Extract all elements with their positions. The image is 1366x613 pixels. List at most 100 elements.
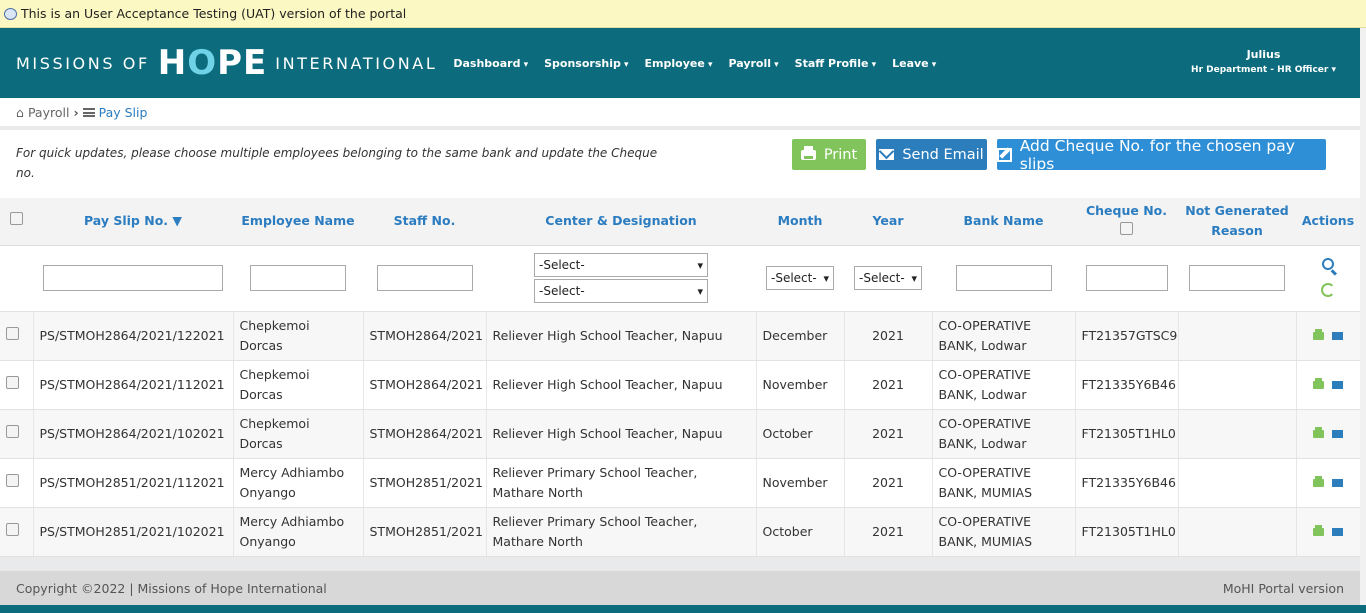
printer-icon[interactable]: [1313, 426, 1324, 438]
user-menu[interactable]: Julius Hr Department - HR Officer: [1191, 48, 1336, 75]
filter-center-select[interactable]: -Select-: [534, 253, 708, 277]
cell-month: October: [756, 507, 845, 557]
filter-designation-select[interactable]: -Select-: [534, 279, 708, 303]
row-checkbox[interactable]: [6, 522, 19, 536]
select-all-checkbox[interactable]: [10, 212, 23, 226]
envelope-icon[interactable]: [1332, 380, 1343, 389]
nav-sponsorship[interactable]: Sponsorship: [536, 57, 636, 70]
brand-part3: INTERNATIONAL: [275, 53, 438, 73]
table-row[interactable]: PS/STMOH2864/2021/122021 Chepkemoi Dorca…: [0, 311, 1361, 361]
cell-employee: Chepkemoi Dorcas: [233, 409, 364, 459]
filter-year-select[interactable]: -Select-: [854, 266, 922, 290]
filter-reason-input[interactable]: [1189, 265, 1285, 291]
col-center[interactable]: Center & Designation: [486, 198, 756, 246]
cell-year: 2021: [844, 458, 933, 508]
cell-staff: STMOH2864/2021: [363, 311, 487, 361]
nav-employee[interactable]: Employee: [637, 57, 721, 70]
cell-bank: CO-OPERATIVE BANK, Lodwar: [932, 409, 1076, 459]
cell-cheque[interactable]: FT21357GTSC9: [1075, 311, 1179, 361]
cell-reason: [1178, 507, 1297, 557]
printer-icon[interactable]: [1313, 524, 1324, 536]
cell-bank: CO-OPERATIVE BANK, MUMIAS: [932, 507, 1076, 557]
envelope-icon[interactable]: [1332, 429, 1343, 438]
cell-cheque[interactable]: FT21335Y6B46: [1075, 360, 1179, 410]
cell-employee: Chepkemoi Dorcas: [233, 360, 364, 410]
nav-staff-profile[interactable]: Staff Profile: [787, 57, 884, 70]
filter-staff-input[interactable]: [376, 265, 473, 291]
breadcrumb-current: Pay Slip: [98, 104, 148, 120]
scrollbar[interactable]: [1360, 28, 1366, 605]
cell-reason: [1178, 360, 1297, 410]
cell-payslip: PS/STMOH2864/2021/112021: [33, 360, 234, 410]
cell-bank: CO-OPERATIVE BANK, MUMIAS: [932, 458, 1076, 508]
col-month[interactable]: Month: [756, 198, 844, 246]
send-email-button[interactable]: Send Email: [876, 139, 987, 170]
nav-leave[interactable]: Leave: [884, 57, 944, 70]
col-payslip[interactable]: Pay Slip No. ▼: [33, 198, 233, 246]
print-label: Print: [823, 146, 858, 163]
cell-month: November: [756, 458, 845, 508]
add-cheque-button[interactable]: Add Cheque No. for the chosen pay slips: [997, 136, 1326, 173]
table-row[interactable]: PS/STMOH2864/2021/102021 Chepkemoi Dorca…: [0, 409, 1361, 459]
cell-employee: Chepkemoi Dorcas: [233, 311, 364, 361]
printer-icon[interactable]: [1313, 377, 1324, 389]
filter-payslip-input[interactable]: [43, 265, 223, 291]
brand-logo[interactable]: MISSIONS OF HOPE INTERNATIONAL: [0, 43, 437, 83]
uat-banner: This is an User Acceptance Testing (UAT)…: [0, 0, 1366, 28]
nav-dashboard[interactable]: Dashboard: [445, 57, 536, 70]
cell-cheque[interactable]: FT21305T1HL0: [1075, 507, 1179, 557]
cell-staff: STMOH2864/2021: [363, 360, 487, 410]
breadcrumb: ⌂ Payroll › Pay Slip: [0, 98, 1360, 130]
user-role: Hr Department - HR Officer: [1191, 65, 1336, 75]
col-not-generated[interactable]: Not Generated Reason: [1178, 198, 1296, 246]
col-employee[interactable]: Employee Name: [233, 198, 363, 246]
table-row[interactable]: PS/STMOH2851/2021/112021 Mercy Adhiambo …: [0, 458, 1361, 508]
cell-center: Reliever Primary School Teacher, Mathare…: [486, 507, 757, 557]
envelope-icon[interactable]: [1332, 478, 1343, 487]
col-cheque-label[interactable]: Cheque No.: [1075, 201, 1178, 221]
search-icon[interactable]: [1296, 255, 1360, 274]
filter-bank-input[interactable]: [955, 265, 1052, 291]
col-year[interactable]: Year: [844, 198, 932, 246]
footer-copyright: Copyright ©2022 | Missions of Hope Inter…: [16, 580, 327, 596]
row-checkbox[interactable]: [6, 375, 19, 389]
envelope-icon: [879, 149, 895, 160]
printer-icon[interactable]: [1313, 475, 1324, 487]
printer-icon[interactable]: [1313, 328, 1324, 340]
table-row[interactable]: PS/STMOH2851/2021/102021 Mercy Adhiambo …: [0, 507, 1361, 557]
bottom-bar: [0, 605, 1366, 613]
cell-year: 2021: [844, 360, 933, 410]
top-navbar: MISSIONS OF HOPE INTERNATIONAL Dashboard…: [0, 28, 1366, 98]
print-button[interactable]: Print: [792, 139, 866, 170]
nav-payroll[interactable]: Payroll: [720, 57, 786, 70]
filter-employee-input[interactable]: [250, 265, 346, 291]
row-checkbox[interactable]: [6, 424, 19, 438]
refresh-icon[interactable]: [1296, 282, 1360, 301]
user-name: Julius: [1246, 48, 1281, 61]
cheque-checkbox[interactable]: [1120, 222, 1133, 236]
col-bank[interactable]: Bank Name: [932, 198, 1075, 246]
col-staff[interactable]: Staff No.: [363, 198, 486, 246]
cell-payslip: PS/STMOH2851/2021/102021: [33, 507, 234, 557]
cell-payslip: PS/STMOH2864/2021/122021: [33, 311, 234, 361]
add-cheque-label: Add Cheque No. for the chosen pay slips: [1019, 136, 1295, 173]
cell-reason: [1178, 458, 1297, 508]
table-row[interactable]: PS/STMOH2864/2021/112021 Chepkemoi Dorca…: [0, 360, 1361, 410]
cell-employee: Mercy Adhiambo Onyango: [233, 507, 364, 557]
quick-update-note: For quick updates, please choose multipl…: [16, 146, 658, 180]
cell-cheque[interactable]: FT21305T1HL0: [1075, 409, 1179, 459]
uat-banner-text: This is an User Acceptance Testing (UAT)…: [21, 6, 407, 21]
cell-employee: Mercy Adhiambo Onyango: [233, 458, 364, 508]
cell-cheque[interactable]: FT21335Y6B46: [1075, 458, 1179, 508]
envelope-icon[interactable]: [1332, 527, 1343, 536]
row-checkbox[interactable]: [6, 473, 19, 487]
cell-center: Reliever High School Teacher, Napuu: [486, 360, 757, 410]
filter-month-select[interactable]: -Select-: [766, 266, 834, 290]
row-checkbox[interactable]: [6, 326, 19, 340]
cell-reason: [1178, 409, 1297, 459]
filter-cheque-input[interactable]: [1085, 265, 1168, 291]
envelope-icon[interactable]: [1332, 331, 1343, 340]
payslip-table: Pay Slip No. ▼ Employee Name Staff No. C…: [0, 198, 1361, 557]
cell-center: Reliever High School Teacher, Napuu: [486, 311, 757, 361]
breadcrumb-payroll[interactable]: Payroll: [28, 105, 70, 120]
